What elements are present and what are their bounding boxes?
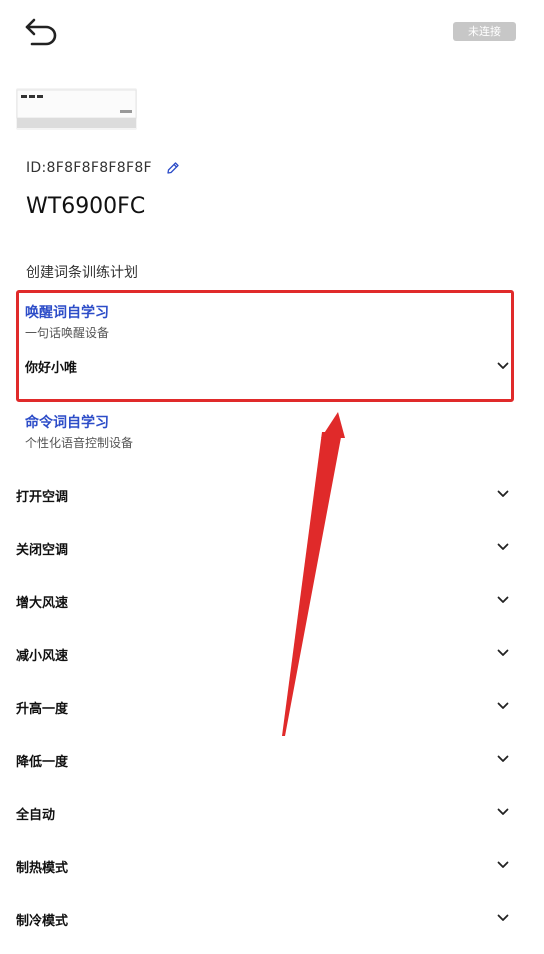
command-list: 打开空调 关闭空调 增大风速 减小风速 升高一度 降低一度 全自动 制热模式 制… xyxy=(0,468,544,945)
undo-back-icon xyxy=(25,18,57,46)
wake-word-value: 你好小唯 xyxy=(25,361,78,376)
back-button[interactable] xyxy=(22,14,62,50)
command-item[interactable]: 减小风速 xyxy=(0,627,544,680)
pencil-icon[interactable] xyxy=(166,161,180,175)
command-label: 打开空调 xyxy=(16,490,69,505)
chevron-down-icon xyxy=(497,649,509,656)
device-id: ID:8F8F8F8F8F8F xyxy=(26,160,152,176)
air-conditioner-image xyxy=(16,88,137,130)
wake-word-dropdown[interactable]: 你好小唯 xyxy=(16,350,514,382)
connection-status-badge: 未连接 xyxy=(453,22,516,41)
device-image xyxy=(16,88,137,130)
chevron-down-icon xyxy=(497,914,509,921)
command-item[interactable]: 制冷模式 xyxy=(0,892,544,945)
command-label: 制热模式 xyxy=(16,861,69,876)
chevron-down-icon xyxy=(497,702,509,709)
command-label: 全自动 xyxy=(16,808,56,823)
command-item[interactable]: 增大风速 xyxy=(0,574,544,627)
command-label: 关闭空调 xyxy=(16,543,69,558)
command-item[interactable]: 升高一度 xyxy=(0,680,544,733)
command-item[interactable]: 全自动 xyxy=(0,786,544,839)
command-label: 增大风速 xyxy=(16,596,69,611)
chevron-down-icon xyxy=(497,543,509,550)
device-id-row: ID:8F8F8F8F8F8F xyxy=(26,158,180,178)
command-word-title: 命令词自学习 xyxy=(25,415,109,431)
section-title: 创建词条训练计划 xyxy=(26,265,138,281)
command-label: 减小风速 xyxy=(16,649,69,664)
chevron-down-icon xyxy=(497,808,509,815)
chevron-down-icon xyxy=(497,596,509,603)
chevron-down-icon xyxy=(497,755,509,762)
command-item[interactable]: 关闭空调 xyxy=(0,521,544,574)
chevron-down-icon xyxy=(497,362,509,369)
wake-word-title: 唤醒词自学习 xyxy=(25,305,109,321)
command-label: 降低一度 xyxy=(16,755,69,770)
command-item[interactable]: 打开空调 xyxy=(0,468,544,521)
command-item[interactable]: 制热模式 xyxy=(0,839,544,892)
wake-word-subtitle: 一句话唤醒设备 xyxy=(25,326,110,340)
command-label: 制冷模式 xyxy=(16,914,69,929)
device-model-name: WT6900FC xyxy=(26,194,146,219)
chevron-down-icon xyxy=(497,861,509,868)
command-word-subtitle: 个性化语音控制设备 xyxy=(25,436,134,450)
chevron-down-icon xyxy=(497,490,509,497)
command-label: 升高一度 xyxy=(16,702,69,717)
command-item[interactable]: 降低一度 xyxy=(0,733,544,786)
